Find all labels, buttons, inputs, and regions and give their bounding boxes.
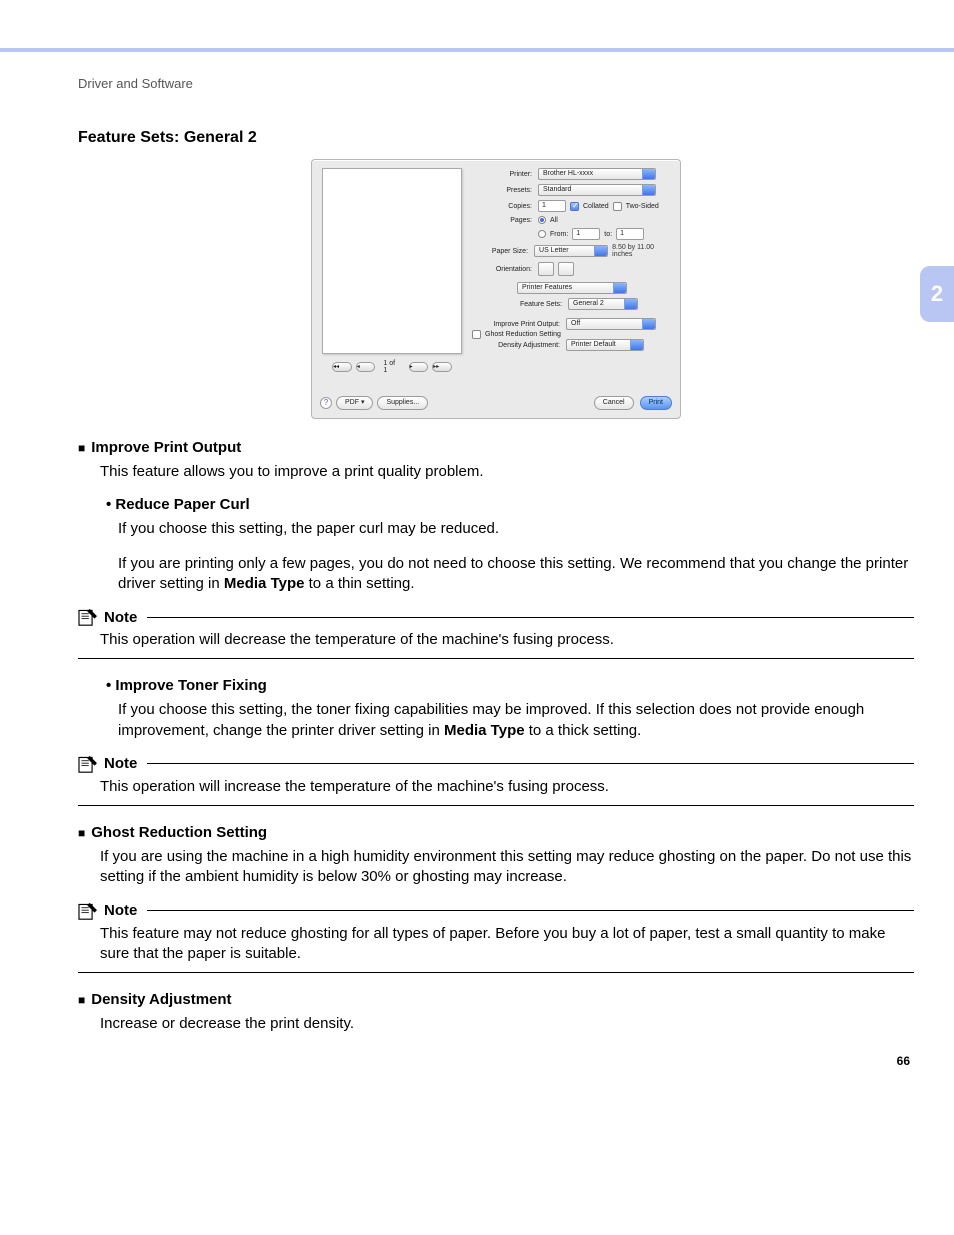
pager-last-button[interactable]: ▸▸: [432, 362, 452, 372]
help-icon[interactable]: ?: [320, 397, 332, 409]
orientation-portrait-button[interactable]: [538, 262, 554, 276]
note-1-body: This operation will decrease the tempera…: [100, 630, 914, 650]
subitem-improve-toner-fixing: Improve Toner Fixing: [106, 677, 914, 694]
copies-input[interactable]: 1: [538, 200, 566, 212]
subitem-reduce-paper-curl: Reduce Paper Curl: [106, 496, 914, 513]
density-adjustment-label: Density Adjustment:: [472, 342, 562, 349]
presets-label: Presets:: [472, 187, 534, 194]
note-1: Note This operation will decrease the te…: [78, 608, 914, 659]
pages-range-radio[interactable]: [538, 230, 546, 238]
improve-print-output-title: Improve Print Output: [91, 439, 241, 456]
item-ghost-reduction: Ghost Reduction Setting: [78, 824, 914, 841]
cancel-button[interactable]: Cancel: [594, 396, 634, 410]
twosided-label: Two-Sided: [626, 203, 659, 210]
reduce-paper-curl-title: Reduce Paper Curl: [115, 496, 249, 513]
mac-print-dialog: ◂◂ ◂ 1 of 1 ▸ ▸▸ Printer: Brother HL-xxx…: [311, 159, 681, 419]
density-adjustment-title: Density Adjustment: [91, 991, 231, 1008]
pages-to-label: to:: [604, 231, 612, 238]
collated-checkbox[interactable]: [570, 202, 579, 211]
panel-select[interactable]: Printer Features: [517, 282, 627, 294]
note-icon: [78, 608, 98, 626]
papersize-select[interactable]: US Letter: [534, 245, 608, 257]
orientation-landscape-button[interactable]: [558, 262, 574, 276]
reduce-paper-curl-p1: If you choose this setting, the paper cu…: [118, 519, 914, 539]
improve-print-output-desc: This feature allows you to improve a pri…: [100, 462, 914, 482]
pdf-button[interactable]: PDF ▾: [336, 396, 373, 410]
copies-label: Copies:: [472, 203, 534, 210]
item-density-adjustment: Density Adjustment: [78, 991, 914, 1008]
orientation-label: Orientation:: [472, 266, 534, 273]
ghost-reduction-checkbox[interactable]: [472, 330, 481, 339]
improve-toner-fixing-title: Improve Toner Fixing: [115, 677, 266, 694]
top-accent-bar: [0, 0, 954, 52]
presets-select[interactable]: Standard: [538, 184, 656, 196]
featuresets-select[interactable]: General 2: [568, 298, 638, 310]
note-icon: [78, 902, 98, 920]
pages-from-label: From:: [550, 231, 568, 238]
print-button[interactable]: Print: [640, 396, 672, 410]
ghost-reduction-p: If you are using the machine in a high h…: [100, 847, 914, 888]
collated-label: Collated: [583, 203, 609, 210]
note-3-body: This feature may not reduce ghosting for…: [100, 924, 914, 965]
note-label: Note: [104, 755, 137, 772]
note-2-body: This operation will increase the tempera…: [100, 777, 914, 797]
preview-pager: ◂◂ ◂ 1 of 1 ▸ ▸▸: [332, 360, 452, 374]
section-title: Feature Sets: General 2: [78, 129, 914, 147]
pager-first-button[interactable]: ◂◂: [332, 362, 352, 372]
featuresets-label: Feature Sets:: [492, 301, 564, 308]
note-icon: [78, 755, 98, 773]
breadcrumb: Driver and Software: [78, 76, 914, 91]
printer-select[interactable]: Brother HL-xxxx: [538, 168, 656, 180]
density-adjustment-select[interactable]: Printer Default: [566, 339, 644, 351]
improve-toner-fixing-p: If you choose this setting, the toner fi…: [118, 700, 914, 741]
ghost-reduction-label: Ghost Reduction Setting: [485, 331, 561, 338]
reduce-paper-curl-p2: If you are printing only a few pages, yo…: [118, 554, 914, 595]
pages-to-input[interactable]: 1: [616, 228, 644, 240]
supplies-button[interactable]: Supplies...: [377, 396, 428, 410]
printer-label: Printer:: [472, 171, 534, 178]
page-number: 66: [897, 1054, 910, 1068]
note-label: Note: [104, 609, 137, 626]
pages-label: Pages:: [472, 217, 534, 224]
pager-label: 1 of 1: [379, 360, 404, 374]
chapter-tab: 2: [920, 266, 954, 322]
pages-from-input[interactable]: 1: [572, 228, 600, 240]
note-3: Note This feature may not reduce ghostin…: [78, 902, 914, 974]
pages-all-label: All: [550, 217, 558, 224]
item-improve-print-output: Improve Print Output: [78, 439, 914, 456]
density-adjustment-p: Increase or decrease the print density.: [100, 1014, 914, 1034]
pager-prev-button[interactable]: ◂: [356, 362, 376, 372]
note-label: Note: [104, 902, 137, 919]
improve-output-select[interactable]: Off: [566, 318, 656, 330]
note-2: Note This operation will increase the te…: [78, 755, 914, 806]
improve-output-label: Improve Print Output:: [472, 321, 562, 328]
twosided-checkbox[interactable]: [613, 202, 622, 211]
pager-next-button[interactable]: ▸: [409, 362, 429, 372]
papersize-hint: 8.50 by 11.00 inches: [612, 244, 672, 258]
pages-all-radio[interactable]: [538, 216, 546, 224]
page-body: 2 Driver and Software Feature Sets: Gene…: [0, 52, 954, 1088]
page-preview: [322, 168, 462, 354]
ghost-reduction-title: Ghost Reduction Setting: [91, 824, 267, 841]
papersize-label: Paper Size:: [472, 248, 530, 255]
print-dialog-figure: ◂◂ ◂ 1 of 1 ▸ ▸▸ Printer: Brother HL-xxx…: [78, 159, 914, 419]
